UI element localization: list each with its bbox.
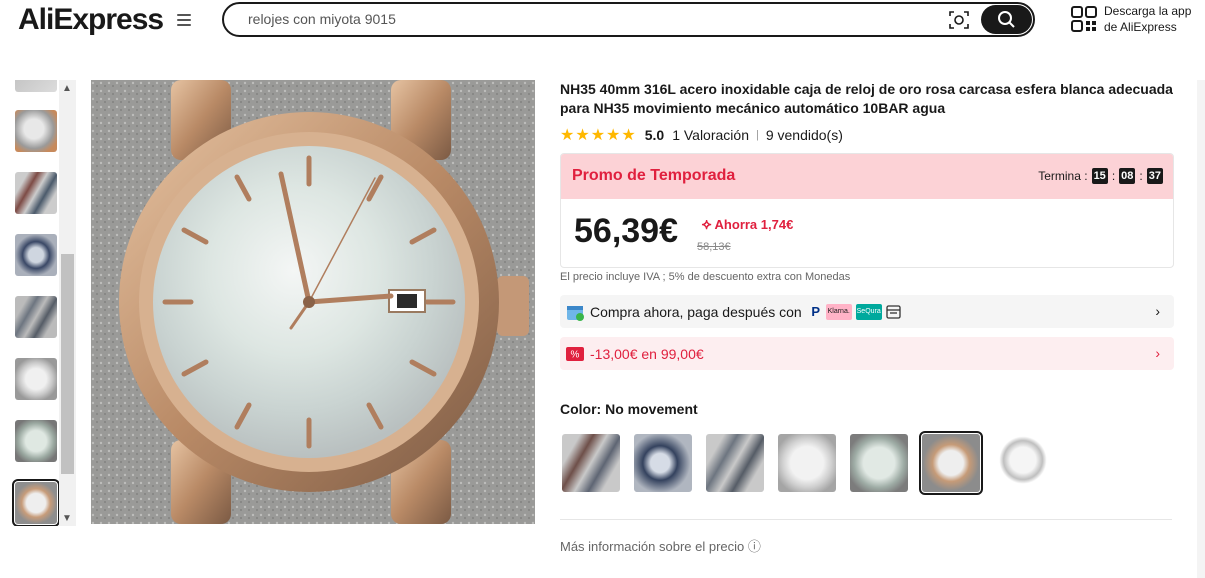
promo-title: Promo de Temporada [572,167,736,184]
svg-text:%: % [571,349,580,360]
paypal-icon: P [811,304,821,319]
savings-badge: ⯎ Ahorra 1,74€ [702,217,793,233]
thumbnail-image[interactable] [15,234,57,276]
thumbnail-image[interactable] [15,172,57,214]
search-icon [998,11,1015,28]
info-icon: ⓘ [747,539,761,554]
divider: | [755,129,759,141]
rating-score: 5.0 [644,127,665,143]
sold-count: 9 vendido(s) [765,127,843,143]
thumbnail-image[interactable] [15,420,57,462]
color-swatch[interactable] [994,434,1052,492]
coupon-icon: % [560,346,590,361]
coupon-text: -13,00€ en 99,00€ [590,345,704,362]
calendar-icon [886,305,901,319]
reviews-link[interactable]: 1 Valoración [672,127,749,143]
rating-stars-icon: ★★★★★ [560,127,637,144]
coupon-row[interactable]: % -13,00€ en 99,00€ › [560,337,1174,370]
main-product-image[interactable] [91,80,535,524]
current-price: 56,39€ [574,212,678,250]
timer-seconds: 37 [1146,168,1163,184]
ends-label: Termina : [1038,169,1088,183]
thumbnail-image[interactable] [15,358,57,400]
savings-text: Ahorra 1,74€ [714,217,794,232]
search-bar [222,2,1035,37]
calendar-pay-icon [560,303,590,321]
color-selected-value: No movement [605,401,698,417]
promo-box: Promo de Temporada Termina : 15: 08: 37 … [560,153,1174,268]
color-label-key: Color: [560,401,602,417]
pay-later-row[interactable]: Compra ahora, paga después con P Klarna.… [560,295,1174,328]
more-price-info-text: Más información sobre el precio [560,539,745,554]
search-input[interactable] [248,11,928,27]
chevron-right-icon: › [1155,345,1160,361]
thumbnail-image-selected[interactable] [12,479,60,526]
more-price-info-link[interactable]: Más información sobre el precio ⓘ [560,536,761,555]
thumbnail-scrollbar[interactable]: ▲ ▼ [59,80,76,526]
app-text-line2: de AliExpress [1104,20,1177,34]
thumbnail-image[interactable] [15,80,57,92]
aliexpress-logo[interactable]: AliExpress [18,3,164,37]
page-scrollbar[interactable] [1197,80,1205,578]
sequra-logo: SeQura [855,303,882,320]
color-swatch[interactable] [634,434,692,492]
menu-icon[interactable] [177,14,191,26]
payment-logos: P Klarna. SeQura [810,303,901,320]
thumbnail-image[interactable] [15,296,57,338]
top-header: AliExpress Descarga la app de AliExpress [0,0,1205,42]
scroll-up-icon[interactable]: ▲ [62,83,72,94]
original-price: 58,13€ [697,241,731,253]
download-app-link[interactable]: Descarga la app de AliExpress [1104,3,1191,35]
qr-code-icon[interactable] [1071,6,1097,32]
section-divider [560,519,1172,520]
color-swatch[interactable] [562,434,620,492]
color-swatch[interactable] [706,434,764,492]
app-text-line1: Descarga la app [1104,4,1192,18]
color-swatch[interactable] [778,434,836,492]
promo-header: Promo de Temporada Termina : 15: 08: 37 [561,154,1173,199]
timer-minutes: 08 [1119,168,1136,184]
pay-later-text: Compra ahora, paga después con [590,303,802,320]
chevron-right-icon: › [1155,303,1160,319]
thumbnail-image[interactable] [15,110,57,152]
product-info-panel: NH35 40mm 316L acero inoxidable caja de … [560,80,1174,554]
color-swatch[interactable] [850,434,908,492]
tax-note: El precio incluye IVA ; 5% de descuento … [560,271,851,283]
timer-hours: 15 [1091,168,1108,184]
product-title: NH35 40mm 316L acero inoxidable caja de … [560,81,1173,116]
search-button[interactable] [981,5,1032,34]
color-swatches [560,431,1174,495]
countdown-timer: Termina : 15: 08: 37 [1038,168,1163,184]
scroll-down-icon[interactable]: ▼ [62,513,72,524]
color-label: Color: No movement [560,401,698,417]
color-swatch-selected[interactable] [919,431,983,495]
rating-row: ★★★★★ 5.0 1 Valoración | 9 vendido(s) [560,126,1174,144]
klarna-logo: Klarna. [825,303,852,320]
image-search-icon[interactable] [948,9,970,31]
savings-tag-icon: ⯎ [702,217,712,232]
scrollbar-thumb[interactable] [61,254,74,474]
